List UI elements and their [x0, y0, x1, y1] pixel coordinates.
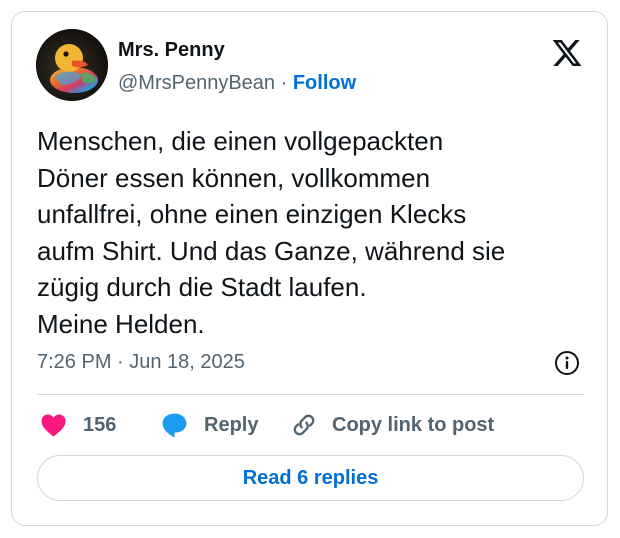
author-handle[interactable]: @MrsPennyBean [118, 72, 275, 94]
handle-separator: · [275, 72, 293, 94]
x-logo-icon[interactable] [550, 37, 584, 69]
reply-button[interactable]: Reply [161, 410, 258, 440]
follow-button[interactable]: Follow [293, 72, 356, 94]
copy-link-button[interactable]: Copy link to post [290, 410, 494, 440]
copy-link-label: Copy link to post [332, 413, 495, 436]
link-icon [293, 414, 315, 436]
read-replies-button[interactable]: Read 6 replies [37, 455, 584, 501]
tweet-text: Menschen, die einen vollgepackten Döner … [37, 126, 506, 339]
reply-label: Reply [204, 413, 259, 436]
reply-bubble-icon [162, 413, 187, 438]
rubber-duck-avatar-icon [36, 29, 108, 101]
like-button[interactable]: 156 [40, 410, 116, 440]
action-bar: 156 Reply Copy link to post [12, 410, 607, 440]
heart-icon [41, 414, 66, 437]
like-count: 156 [83, 413, 117, 436]
author-name[interactable]: Mrs. Penny [118, 39, 225, 62]
avatar[interactable] [36, 29, 108, 101]
timestamp[interactable]: 7:26 PM · Jun 18, 2025 [37, 351, 245, 374]
tweet-card: Mrs. Penny @MrsPennyBean · Follow Mensch… [11, 11, 608, 526]
author-handle-line: @MrsPennyBean · Follow [118, 72, 356, 95]
divider [37, 394, 584, 395]
info-icon[interactable] [554, 350, 580, 376]
